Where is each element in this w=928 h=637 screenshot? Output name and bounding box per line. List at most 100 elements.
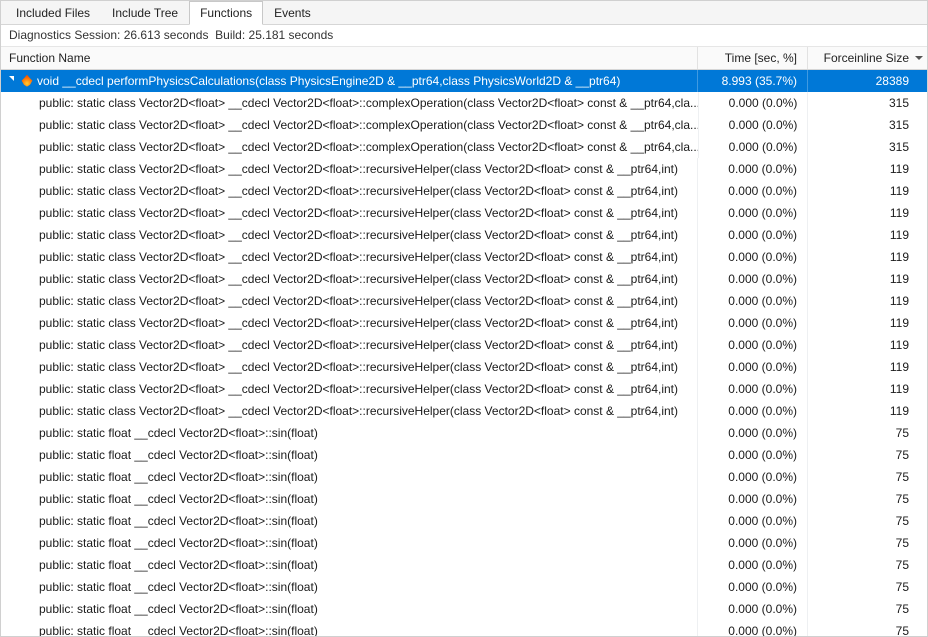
cell-time: 0.000 (0.0%) (698, 92, 808, 114)
cell-size: 119 (807, 202, 927, 224)
table-row[interactable]: public: static class Vector2D<float> __c… (1, 180, 927, 202)
cell-size: 119 (807, 268, 927, 290)
cell-size: 75 (807, 466, 927, 488)
cell-function-name: public: static class Vector2D<float> __c… (1, 338, 697, 352)
sort-descending-icon (915, 56, 923, 60)
cell-size: 119 (807, 312, 927, 334)
expander-icon[interactable] (9, 76, 19, 86)
column-header-time[interactable]: Time [sec, %] (697, 47, 807, 69)
cell-time: 0.000 (0.0%) (697, 598, 807, 620)
cell-time: 0.000 (0.0%) (697, 488, 807, 510)
table-row[interactable]: public: static class Vector2D<float> __c… (1, 224, 927, 246)
cell-function-name: public: static class Vector2D<float> __c… (1, 162, 697, 176)
function-name-text: public: static float __cdecl Vector2D<fl… (39, 558, 318, 572)
table-row[interactable]: public: static class Vector2D<float> __c… (1, 290, 927, 312)
cell-function-name: public: static float __cdecl Vector2D<fl… (1, 426, 697, 440)
cell-time: 0.000 (0.0%) (697, 554, 807, 576)
cell-size: 28389 (807, 70, 927, 92)
table-row[interactable]: public: static float __cdecl Vector2D<fl… (1, 576, 927, 598)
cell-time: 0.000 (0.0%) (697, 202, 807, 224)
column-header-name[interactable]: Function Name (1, 51, 697, 65)
table-row[interactable]: public: static class Vector2D<float> __c… (1, 114, 927, 136)
cell-time: 0.000 (0.0%) (697, 576, 807, 598)
cell-time: 0.000 (0.0%) (697, 444, 807, 466)
table-row[interactable]: public: static class Vector2D<float> __c… (1, 246, 927, 268)
cell-size: 75 (807, 532, 927, 554)
table-row[interactable]: public: static float __cdecl Vector2D<fl… (1, 422, 927, 444)
cell-size: 119 (807, 290, 927, 312)
table-row[interactable]: public: static class Vector2D<float> __c… (1, 92, 927, 114)
cell-function-name: public: static class Vector2D<float> __c… (1, 96, 698, 110)
cell-size: 75 (807, 444, 927, 466)
cell-time: 0.000 (0.0%) (697, 268, 807, 290)
tab-label: Include Tree (112, 6, 178, 20)
function-name-text: public: static class Vector2D<float> __c… (39, 250, 678, 264)
cell-function-name: public: static class Vector2D<float> __c… (1, 404, 697, 418)
column-header-name-label: Function Name (9, 51, 90, 65)
table-row[interactable]: void __cdecl performPhysicsCalculations(… (1, 70, 927, 92)
column-header-row: Function Name Time [sec, %] Forceinline … (1, 47, 927, 70)
function-name-text: public: static float __cdecl Vector2D<fl… (39, 536, 318, 550)
function-name-text: public: static float __cdecl Vector2D<fl… (39, 492, 318, 506)
cell-function-name: public: static class Vector2D<float> __c… (1, 272, 697, 286)
function-rows: void __cdecl performPhysicsCalculations(… (1, 70, 927, 636)
cell-time: 0.000 (0.0%) (697, 400, 807, 422)
function-name-text: public: static class Vector2D<float> __c… (39, 206, 678, 220)
cell-time: 8.993 (35.7%) (697, 70, 807, 92)
table-row[interactable]: public: static float __cdecl Vector2D<fl… (1, 554, 927, 576)
cell-time: 0.000 (0.0%) (697, 246, 807, 268)
column-header-time-label: Time [sec, %] (725, 51, 797, 65)
cell-function-name: public: static class Vector2D<float> __c… (1, 206, 697, 220)
cell-time: 0.000 (0.0%) (697, 422, 807, 444)
cell-size: 75 (807, 576, 927, 598)
tab-label: Functions (200, 6, 252, 20)
column-header-size[interactable]: Forceinline Size (807, 47, 927, 69)
table-row[interactable]: public: static class Vector2D<float> __c… (1, 356, 927, 378)
table-row[interactable]: public: static float __cdecl Vector2D<fl… (1, 598, 927, 620)
cell-function-name: public: static float __cdecl Vector2D<fl… (1, 536, 697, 550)
column-header-size-label: Forceinline Size (824, 51, 909, 65)
function-name-text: public: static class Vector2D<float> __c… (39, 294, 678, 308)
cell-size: 119 (807, 356, 927, 378)
cell-time: 0.000 (0.0%) (697, 312, 807, 334)
build-label: Build: (215, 28, 245, 42)
tab-functions[interactable]: Functions (189, 1, 263, 25)
build-value: 25.181 seconds (249, 28, 334, 42)
cell-size: 75 (807, 598, 927, 620)
cell-function-name: void __cdecl performPhysicsCalculations(… (1, 74, 697, 88)
table-row[interactable]: public: static class Vector2D<float> __c… (1, 268, 927, 290)
tab-include-tree[interactable]: Include Tree (101, 1, 189, 24)
cell-time: 0.000 (0.0%) (697, 356, 807, 378)
cell-function-name: public: static class Vector2D<float> __c… (1, 228, 697, 242)
function-name-text: public: static float __cdecl Vector2D<fl… (39, 580, 318, 594)
table-row[interactable]: public: static class Vector2D<float> __c… (1, 202, 927, 224)
function-name-text: public: static class Vector2D<float> __c… (39, 338, 678, 352)
table-row[interactable]: public: static class Vector2D<float> __c… (1, 312, 927, 334)
cell-function-name: public: static class Vector2D<float> __c… (1, 360, 697, 374)
table-row[interactable]: public: static float __cdecl Vector2D<fl… (1, 532, 927, 554)
table-row[interactable]: public: static class Vector2D<float> __c… (1, 158, 927, 180)
function-name-text: public: static float __cdecl Vector2D<fl… (39, 624, 318, 636)
cell-size: 119 (807, 158, 927, 180)
session-info: Diagnostics Session: 26.613 seconds Buil… (1, 25, 927, 47)
tab-label: Included Files (16, 6, 90, 20)
cell-function-name: public: static class Vector2D<float> __c… (1, 184, 697, 198)
cell-time: 0.000 (0.0%) (698, 136, 808, 158)
table-row[interactable]: public: static float __cdecl Vector2D<fl… (1, 444, 927, 466)
flame-icon (21, 75, 33, 87)
table-row[interactable]: public: static float __cdecl Vector2D<fl… (1, 488, 927, 510)
cell-time: 0.000 (0.0%) (697, 466, 807, 488)
cell-time: 0.000 (0.0%) (697, 378, 807, 400)
table-row[interactable]: public: static class Vector2D<float> __c… (1, 378, 927, 400)
table-row[interactable]: public: static float __cdecl Vector2D<fl… (1, 620, 927, 636)
table-row[interactable]: public: static class Vector2D<float> __c… (1, 136, 927, 158)
table-row[interactable]: public: static class Vector2D<float> __c… (1, 334, 927, 356)
table-row[interactable]: public: static class Vector2D<float> __c… (1, 400, 927, 422)
cell-time: 0.000 (0.0%) (697, 290, 807, 312)
table-row[interactable]: public: static float __cdecl Vector2D<fl… (1, 510, 927, 532)
tab-events[interactable]: Events (263, 1, 322, 24)
table-row[interactable]: public: static float __cdecl Vector2D<fl… (1, 466, 927, 488)
cell-function-name: public: static float __cdecl Vector2D<fl… (1, 492, 697, 506)
tab-label: Events (274, 6, 311, 20)
tab-included-files[interactable]: Included Files (5, 1, 101, 24)
